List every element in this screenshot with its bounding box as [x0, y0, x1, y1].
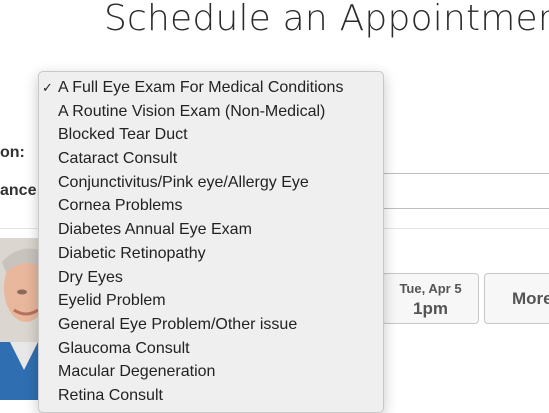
- doctor-avatar: [0, 238, 40, 400]
- reason-label: on:: [0, 144, 25, 161]
- option-label: Blocked Tear Duct: [58, 126, 188, 144]
- option-label: Retina Consult: [58, 386, 163, 404]
- option-label: Dry Eyes: [58, 268, 123, 286]
- dropdown-option[interactable]: ✓ A Full Eye Exam For Medical Conditions: [39, 76, 383, 100]
- reason-dropdown-menu[interactable]: ✓ A Full Eye Exam For Medical Conditions…: [38, 71, 384, 413]
- dropdown-option[interactable]: Diabetic Retinopathy: [39, 242, 383, 266]
- option-label: Diabetes Annual Eye Exam: [58, 221, 252, 239]
- checkmark-icon: ✓: [42, 80, 53, 95]
- dropdown-option[interactable]: Conjunctivitus/Pink eye/Allergy Eye: [39, 171, 383, 195]
- time-slot-button[interactable]: Tue, Apr 5 1pm: [382, 273, 479, 324]
- slot-date: Tue, Apr 5: [399, 281, 462, 296]
- option-label: Diabetic Retinopathy: [58, 244, 206, 262]
- dropdown-option[interactable]: Blocked Tear Duct: [39, 123, 383, 147]
- dropdown-option[interactable]: A Routine Vision Exam (Non-Medical): [39, 100, 383, 124]
- dropdown-option[interactable]: Cataract Consult: [39, 147, 383, 171]
- dropdown-option[interactable]: Cornea Problems: [39, 194, 383, 218]
- dropdown-option[interactable]: Glaucoma Consult: [39, 337, 383, 361]
- more-slots-button[interactable]: More: [484, 273, 549, 324]
- dropdown-option[interactable]: Eyelid Problem: [39, 289, 383, 313]
- option-label: A Routine Vision Exam (Non-Medical): [58, 102, 326, 120]
- option-label: Cornea Problems: [58, 197, 183, 215]
- dropdown-option[interactable]: Diabetes Annual Eye Exam: [39, 218, 383, 242]
- option-label: Conjunctivitus/Pink eye/Allergy Eye: [58, 173, 309, 191]
- dropdown-option[interactable]: Dry Eyes: [39, 266, 383, 290]
- dropdown-option[interactable]: Retina Consult: [39, 384, 383, 408]
- insurance-label: ance:: [0, 182, 42, 199]
- dropdown-option[interactable]: Macular Degeneration: [39, 360, 383, 384]
- slot-time: 1pm: [413, 299, 448, 318]
- option-label: Macular Degeneration: [58, 363, 216, 381]
- option-label: Glaucoma Consult: [58, 339, 190, 357]
- page-title: Schedule an Appointment: [104, 0, 549, 39]
- dropdown-option[interactable]: General Eye Problem/Other issue: [39, 313, 383, 337]
- option-label: General Eye Problem/Other issue: [58, 315, 298, 333]
- option-label: A Full Eye Exam For Medical Conditions: [58, 79, 344, 96]
- option-label: Cataract Consult: [58, 150, 178, 168]
- option-label: Eyelid Problem: [58, 292, 166, 310]
- more-label: More: [512, 289, 549, 308]
